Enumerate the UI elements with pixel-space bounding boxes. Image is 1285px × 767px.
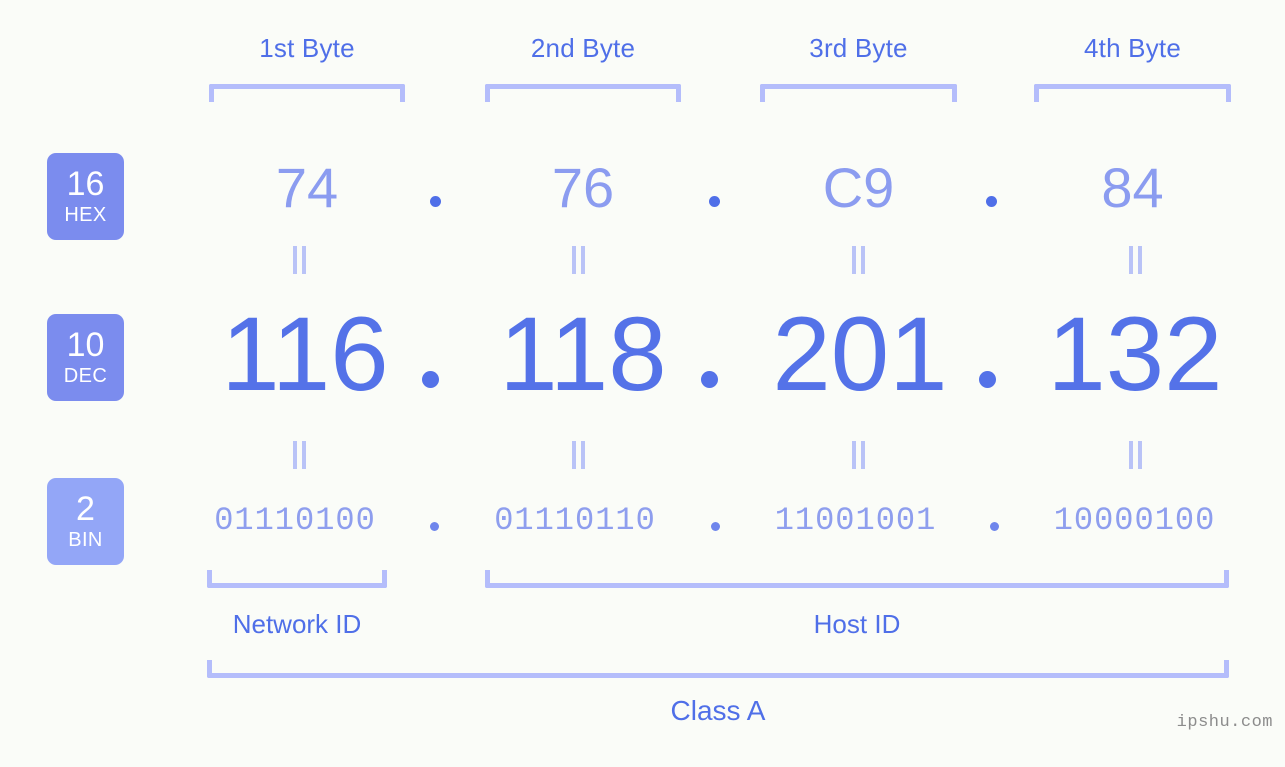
- host-id-label: Host ID: [813, 609, 901, 639]
- equality-mark-dec-bin-2: [570, 441, 586, 469]
- byte-bracket-4: [1034, 84, 1231, 102]
- hex-byte-3: C9: [822, 156, 895, 219]
- equality-mark-hex-dec-1: [291, 246, 307, 274]
- dec-separator-dot-3: [979, 371, 996, 388]
- byte-header-4: 4th Byte: [1084, 33, 1181, 63]
- hex-byte-2: 76: [551, 156, 615, 219]
- hex-separator-dot-1: [430, 196, 441, 207]
- hex-separator-dot-2: [709, 196, 720, 207]
- bin-separator-dot-3: [990, 522, 999, 531]
- equality-mark-hex-dec-4: [1127, 246, 1143, 274]
- byte-bracket-1: [209, 84, 405, 102]
- hex-byte-1: 74: [275, 156, 339, 219]
- dec-separator-dot-2: [701, 371, 718, 388]
- bin-byte-4: 10000100: [1053, 502, 1216, 539]
- dec-byte-3: 201: [772, 296, 948, 413]
- dec-byte-2: 118: [499, 296, 667, 413]
- watermark: ipshu.com: [1176, 713, 1273, 732]
- bin-byte-1: 01110100: [214, 502, 376, 539]
- dec-separator-dot-1: [422, 371, 439, 388]
- byte-bracket-3: [760, 84, 957, 102]
- bin-byte-2: 01110110: [494, 502, 656, 539]
- base-badge-bin-name: BIN: [68, 528, 103, 551]
- byte-header-1: 1st Byte: [259, 33, 355, 63]
- base-badge-bin: 2 BIN: [47, 478, 124, 565]
- base-badge-hex-name: HEX: [64, 203, 107, 226]
- ip-address-breakdown-diagram: 1st Byte 2nd Byte 3rd Byte 4th Byte 16 H…: [0, 0, 1285, 767]
- bin-separator-dot-1: [430, 522, 439, 531]
- equality-mark-dec-bin-1: [291, 441, 307, 469]
- base-badge-dec-name: DEC: [63, 364, 108, 387]
- base-badge-dec-number: 10: [66, 326, 105, 365]
- network-id-label: Network ID: [232, 609, 362, 639]
- hex-byte-4: 84: [1101, 156, 1164, 219]
- dec-byte-1: 116: [221, 296, 389, 413]
- base-badge-bin-number: 2: [76, 490, 95, 529]
- dec-byte-4: 132: [1047, 296, 1223, 413]
- bin-byte-3: 11001001: [774, 502, 937, 539]
- equality-mark-hex-dec-3: [850, 246, 866, 274]
- base-badge-hex-number: 16: [66, 165, 105, 204]
- equality-mark-dec-bin-4: [1127, 441, 1143, 469]
- byte-header-2: 2nd Byte: [530, 33, 636, 63]
- equality-mark-dec-bin-3: [850, 441, 866, 469]
- network-id-bracket: [207, 570, 387, 588]
- byte-header-3: 3rd Byte: [809, 33, 908, 63]
- class-label: Class A: [670, 695, 766, 726]
- base-badge-dec: 10 DEC: [47, 314, 124, 401]
- bin-separator-dot-2: [711, 522, 720, 531]
- byte-bracket-2: [485, 84, 681, 102]
- hex-separator-dot-3: [986, 196, 997, 207]
- host-id-bracket: [485, 570, 1229, 588]
- class-bracket: [207, 660, 1229, 678]
- base-badge-hex: 16 HEX: [47, 153, 124, 240]
- equality-mark-hex-dec-2: [570, 246, 586, 274]
